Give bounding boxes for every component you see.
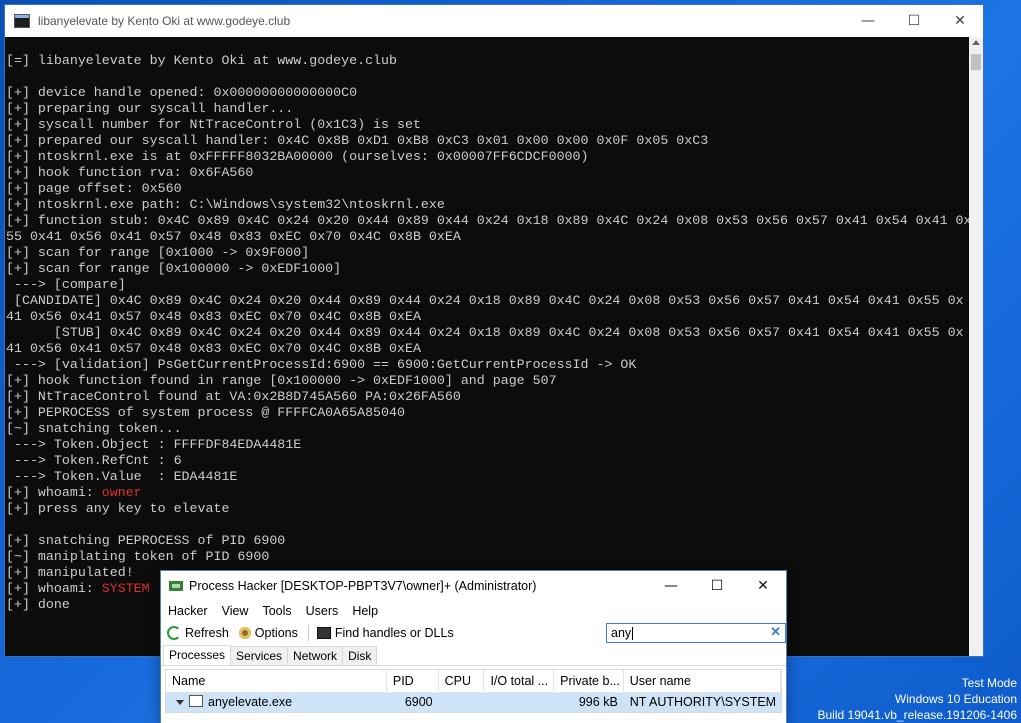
watermark-line: Windows 10 Education xyxy=(894,692,1017,706)
console-line: [+] NtTraceControl found at VA:0x2B8D745… xyxy=(6,389,461,404)
table-row[interactable]: anyelevate.exe 6900 996 kB NT AUTHORITY\… xyxy=(166,693,781,712)
console-line: [+] scan for range [0x100000 -> 0xEDF100… xyxy=(6,261,342,276)
toolbar-separator xyxy=(307,625,309,641)
search-input[interactable]: any ✕ xyxy=(606,623,786,643)
menu-view[interactable]: View xyxy=(222,604,249,618)
scroll-thumb[interactable] xyxy=(971,54,981,70)
maximize-button[interactable]: ☐ xyxy=(891,5,937,37)
console-line: 41 0x56 0x41 0x57 0x48 0x83 0xEC 0x70 0x… xyxy=(6,341,421,356)
console-line: [+] whoami: owner xyxy=(6,485,142,500)
console-line: [+] prepared our syscall handler: 0x4C 0… xyxy=(6,133,709,148)
console-line: [~] snatching token... xyxy=(6,421,182,436)
console-line: [+] function stub: 0x4C 0x89 0x4C 0x24 0… xyxy=(6,213,969,228)
tab-network[interactable]: Network xyxy=(287,646,344,665)
col-pid[interactable]: PID xyxy=(387,670,439,692)
ph-minimize-button[interactable]: — xyxy=(648,571,694,601)
process-hacker-icon xyxy=(169,579,183,593)
menu-users[interactable]: Users xyxy=(306,604,339,618)
watermark-line: Test Mode xyxy=(961,676,1017,690)
refresh-icon xyxy=(167,626,181,640)
ph-title: Process Hacker [DESKTOP-PBPT3V7\owner]+ … xyxy=(189,579,537,593)
menu-help[interactable]: Help xyxy=(352,604,378,618)
menu-tools[interactable]: Tools xyxy=(262,604,291,618)
console-line: ---> [validation] PsGetCurrentProcessId:… xyxy=(6,357,637,372)
refresh-button[interactable]: Refresh xyxy=(167,626,229,640)
console-line: [STUB] 0x4C 0x89 0x4C 0x24 0x20 0x44 0x8… xyxy=(6,325,964,340)
console-line: [+] device handle opened: 0x000000000000… xyxy=(6,85,358,100)
options-button[interactable]: Options xyxy=(238,626,298,640)
console-line: ---> Token.RefCnt : 6 xyxy=(6,453,182,468)
whoami-user: owner xyxy=(101,485,142,500)
scroll-up-icon[interactable] xyxy=(972,40,980,45)
ph-menubar: Hacker View Tools Users Help xyxy=(161,601,786,621)
ph-toolbar: Refresh Options Find handles or DLLs any… xyxy=(161,621,786,645)
console-titlebar[interactable]: libanyelevate by Kento Oki at www.godeye… xyxy=(5,5,983,37)
console-line: [+] scan for range [0x1000 -> 0x9F000] xyxy=(6,245,310,260)
console-line: [CANDIDATE] 0x4C 0x89 0x4C 0x24 0x20 0x4… xyxy=(6,293,964,308)
console-line: [+] ntoskrnl.exe is at 0xFFFFF8032BA0000… xyxy=(6,149,589,164)
gear-icon xyxy=(238,627,251,639)
console-line: 55 0x41 0x56 0x41 0x57 0x48 0x83 0xEC 0x… xyxy=(6,229,461,244)
windows-watermark: Test Mode Windows 10 Education Build 190… xyxy=(818,675,1018,723)
ph-close-button[interactable]: ✕ xyxy=(740,571,786,601)
col-private[interactable]: Private b... xyxy=(554,670,624,692)
console-line: [~] maniplating token of PID 6900 xyxy=(6,549,270,564)
tab-services[interactable]: Services xyxy=(230,646,289,665)
ph-tabs: Processes Services Network Disk xyxy=(161,645,786,666)
ph-titlebar[interactable]: Process Hacker [DESKTOP-PBPT3V7\owner]+ … xyxy=(161,571,786,601)
tab-processes[interactable]: Processes xyxy=(163,645,232,665)
process-table: Name PID CPU I/O total ... Private b... … xyxy=(165,669,782,713)
console-window[interactable]: libanyelevate by Kento Oki at www.godeye… xyxy=(5,5,983,656)
console-line: 41 0x56 0x41 0x57 0x48 0x83 0xEC 0x70 0x… xyxy=(6,309,421,324)
process-icon xyxy=(189,695,203,707)
find-handles-button[interactable]: Find handles or DLLs xyxy=(316,626,454,640)
console-line: [+] press any key to elevate xyxy=(6,501,230,516)
col-name[interactable]: Name xyxy=(166,670,387,692)
minimize-button[interactable]: — xyxy=(845,5,891,37)
console-line: [+] hook function found in range [0x1000… xyxy=(6,373,557,388)
console-line: [+] PEPROCESS of system process @ FFFFCA… xyxy=(6,405,405,420)
console-line: [+] syscall number for NtTraceControl (0… xyxy=(6,117,421,132)
console-line: [=] libanyelevate by Kento Oki at www.go… xyxy=(6,53,397,68)
menu-hacker[interactable]: Hacker xyxy=(168,604,208,618)
console-app-icon xyxy=(14,14,30,28)
console-output: [=] libanyelevate by Kento Oki at www.go… xyxy=(5,37,969,656)
console-line: ---> Token.Object : FFFFDF84EDA4481E xyxy=(6,437,302,452)
console-line: [+] page offset: 0x560 xyxy=(6,181,182,196)
close-button[interactable]: ✕ xyxy=(937,5,983,37)
chevron-down-icon[interactable] xyxy=(176,700,184,705)
whoami-system: SYSTEM xyxy=(101,581,150,596)
ph-maximize-button[interactable]: ☐ xyxy=(694,571,740,601)
console-line: [+] preparing our syscall handler... xyxy=(6,101,294,116)
clear-search-icon[interactable]: ✕ xyxy=(770,624,781,640)
col-io[interactable]: I/O total ... xyxy=(484,670,555,692)
process-hacker-window[interactable]: Process Hacker [DESKTOP-PBPT3V7\owner]+ … xyxy=(161,571,786,723)
console-line: ---> Token.Value : EDA4481E xyxy=(6,469,238,484)
table-header: Name PID CPU I/O total ... Private b... … xyxy=(166,670,781,693)
col-cpu[interactable]: CPU xyxy=(439,670,485,692)
console-line: [+] hook function rva: 0x6FA560 xyxy=(6,165,254,180)
console-scrollbar[interactable] xyxy=(969,37,983,656)
console-line: [+] snatching PEPROCESS of PID 6900 xyxy=(6,533,286,548)
find-handles-icon xyxy=(316,627,331,639)
tab-disk[interactable]: Disk xyxy=(342,646,378,665)
console-line: [+] ntoskrnl.exe path: C:\Windows\system… xyxy=(6,197,445,212)
console-line: ---> [compare] xyxy=(6,277,126,292)
watermark-line: Build 19041.vb_release.191206-1406 xyxy=(817,708,1018,722)
col-user[interactable]: User name xyxy=(624,670,781,692)
console-title: libanyelevate by Kento Oki at www.godeye… xyxy=(38,14,291,28)
